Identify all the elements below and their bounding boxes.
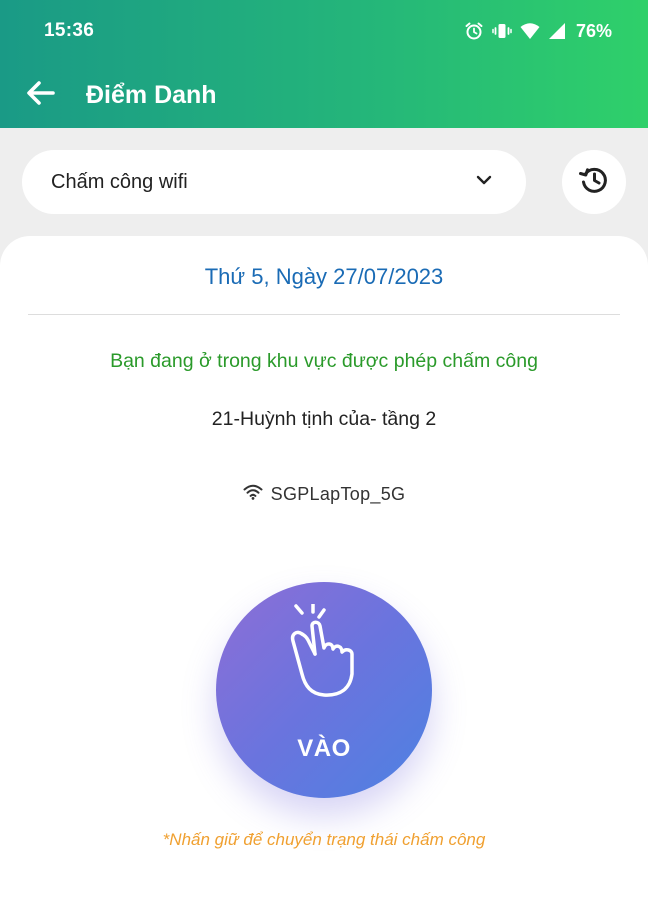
page-title: Điểm Danh [86, 81, 217, 109]
status-time: 15:36 [44, 20, 95, 41]
chevron-down-icon [476, 173, 492, 192]
app-header: 15:36 76% Điểm Danh [0, 0, 648, 128]
attendance-card: Thứ 5, Ngày 27/07/2023 Bạn đang ở trong … [0, 236, 648, 916]
check-in-button[interactable]: VÀO [216, 582, 432, 798]
history-icon [578, 164, 610, 201]
tap-hand-icon [284, 602, 364, 713]
app-bar: Điểm Danh [0, 62, 648, 128]
history-button[interactable] [562, 150, 626, 214]
zone-status-message: Bạn đang ở trong khu vực được phép chấm … [110, 350, 538, 372]
battery-level: 76% [575, 20, 612, 41]
status-bar: 15:36 76% [0, 0, 648, 62]
wifi-icon [520, 22, 540, 40]
location-name: 21-Huỳnh tịnh của- tầng 2 [211, 408, 437, 430]
alarm-icon [464, 21, 484, 41]
check-in-hint: *Nhấn giữ để chuyển trạng thái chấm công [162, 830, 486, 849]
status-icons: 76% [464, 20, 612, 42]
wifi-icon [243, 484, 263, 505]
vibrate-icon [492, 21, 512, 41]
divider [28, 314, 620, 315]
arrow-left-icon [26, 80, 56, 111]
check-in-label: VÀO [297, 735, 351, 762]
wifi-network: SGPLapTop_5G [0, 482, 648, 506]
attendance-date: Thứ 5, Ngày 27/07/2023 [204, 264, 444, 289]
wifi-name: SGPLapTop_5G [270, 483, 406, 504]
signal-icon [548, 22, 566, 40]
attendance-mode-select[interactable]: Chấm công wifi [22, 150, 526, 214]
attendance-mode-value: Chấm công wifi [51, 171, 188, 193]
back-button[interactable] [20, 74, 62, 116]
